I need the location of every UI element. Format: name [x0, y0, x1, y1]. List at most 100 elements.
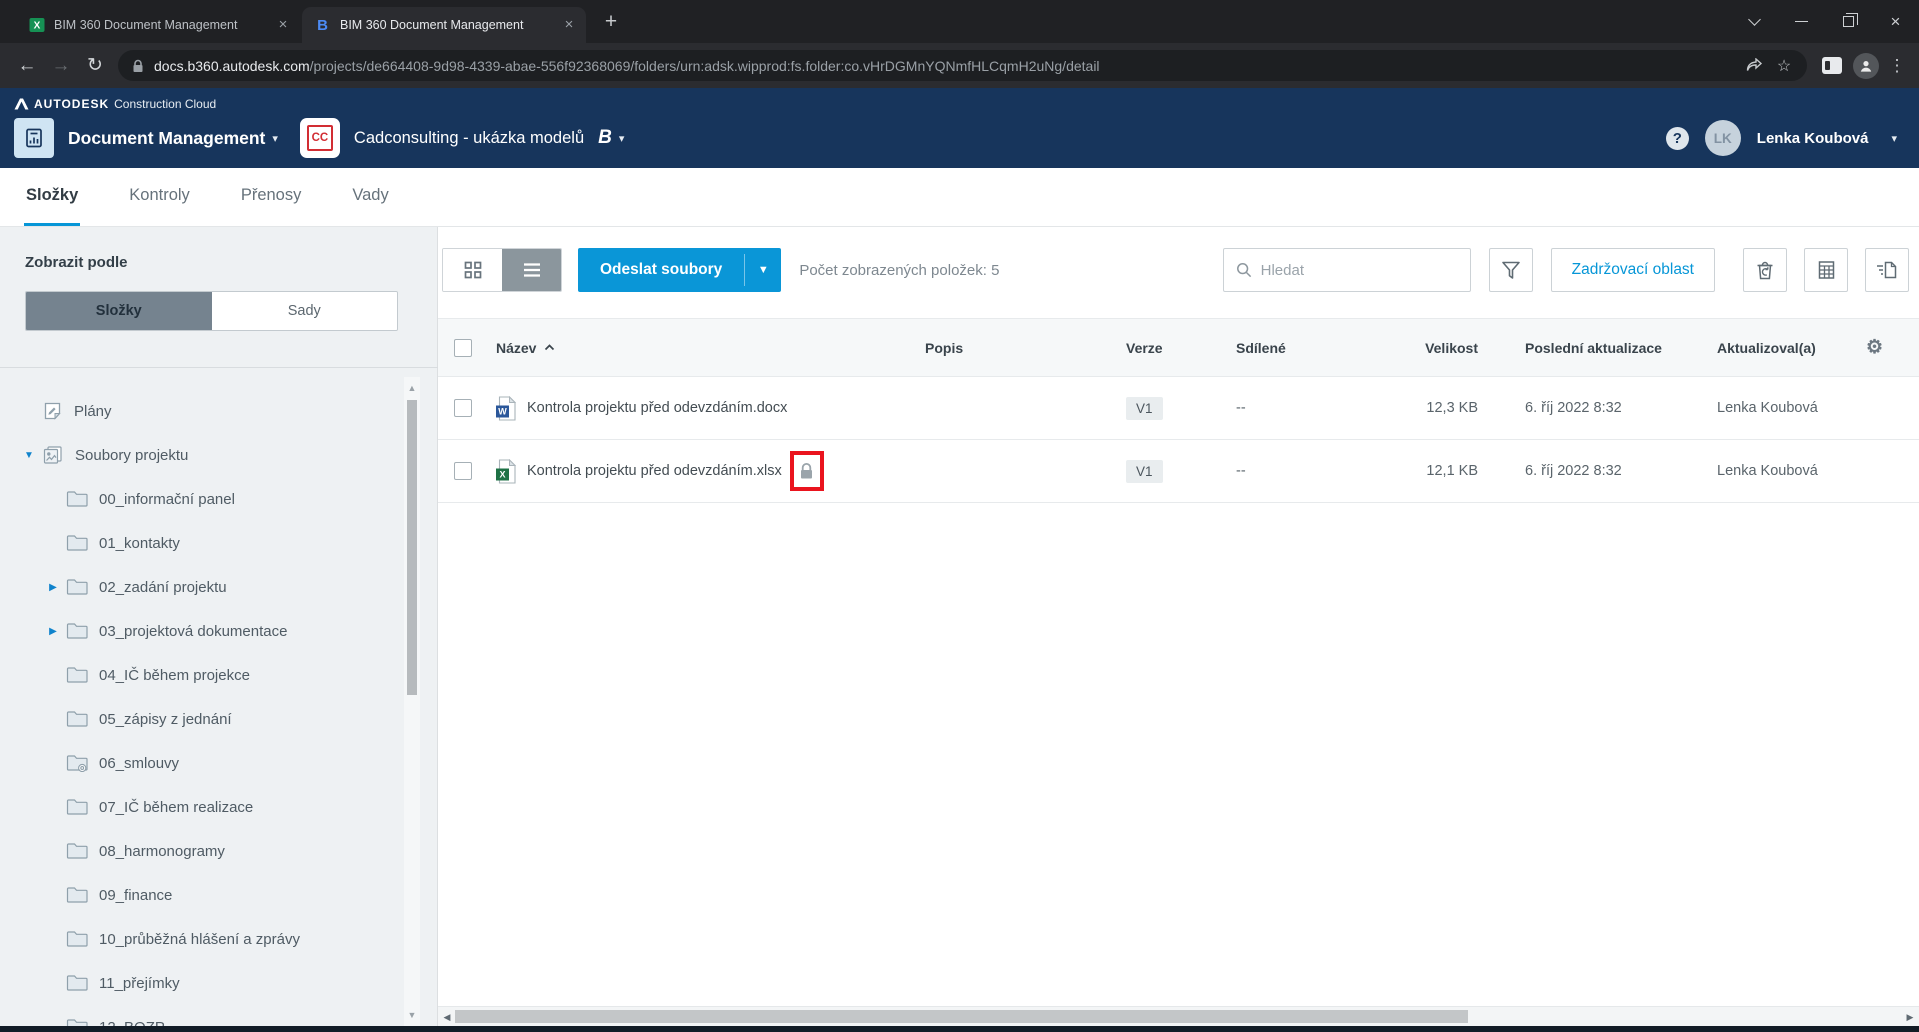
help-icon[interactable]: ? — [1666, 127, 1689, 150]
side-panel-icon[interactable] — [1817, 52, 1847, 80]
share-icon[interactable] — [1739, 52, 1769, 80]
tab-close-icon[interactable]: × — [274, 16, 292, 34]
address-bar[interactable]: docs.b360.autodesk.com/projects/de664408… — [118, 50, 1807, 81]
folder-settings-icon — [66, 754, 88, 772]
user-name[interactable]: Lenka Koubová — [1757, 130, 1869, 147]
collapse-arrow-icon[interactable]: ▶ — [40, 582, 66, 593]
upload-files-button[interactable]: Odeslat soubory ▼ — [578, 248, 781, 292]
tree-item-folder[interactable]: 09_finance — [0, 873, 404, 917]
project-name[interactable]: Cadconsulting - ukázka modelů — [354, 129, 584, 148]
list-view-button[interactable] — [502, 249, 561, 291]
search-input[interactable] — [1261, 262, 1458, 279]
horizontal-scrollbar[interactable]: ◀ ▶ — [438, 1006, 1919, 1026]
collapse-arrow-icon[interactable]: ▶ — [40, 626, 66, 637]
column-posledni-aktualizace[interactable]: Poslední aktualizace — [1525, 319, 1662, 376]
tree-item-folder[interactable]: 10_průběžná hlášení a zprávy — [0, 917, 404, 961]
tree-item-plany[interactable]: Plány — [0, 389, 404, 433]
tree-item-folder[interactable]: 07_IČ během realizace — [0, 785, 404, 829]
browser-menu-icon[interactable]: ⋮ — [1885, 56, 1909, 76]
browser-tab-1[interactable]: X BIM 360 Document Management × — [16, 7, 300, 43]
filter-button[interactable] — [1489, 248, 1533, 292]
tree-item-folder[interactable]: ▶ 02_zadání projektu — [0, 565, 404, 609]
bookmark-star-icon[interactable]: ☆ — [1769, 52, 1799, 80]
url-path: /projects/de664408-9d98-4339-abae-556f92… — [310, 58, 1100, 74]
table-header: Název Popis Verze Sdílené Velikost Posle… — [438, 318, 1919, 377]
version-badge[interactable]: V1 — [1126, 377, 1163, 439]
toggle-folders[interactable]: Složky — [26, 292, 212, 330]
tab-close-icon[interactable]: × — [560, 16, 578, 34]
items-count-label: Počet zobrazených položek: 5 — [799, 262, 999, 279]
version-badge[interactable]: V1 — [1126, 440, 1163, 502]
new-tab-button[interactable]: + — [598, 10, 624, 34]
tree-item-folder[interactable]: 11_přejímky — [0, 961, 404, 1005]
module-name[interactable]: Document Management — [68, 128, 265, 149]
export-button[interactable] — [1865, 248, 1909, 292]
tree-item-folder[interactable]: 04_IČ během projekce — [0, 653, 404, 697]
window-restore-button[interactable] — [1825, 0, 1872, 43]
column-popis[interactable]: Popis — [925, 319, 963, 376]
app-header: AUTODESK Construction Cloud Document Man… — [0, 88, 1919, 168]
file-row-docx[interactable]: W Kontrola projektu před odevzdáním.docx… — [438, 377, 1919, 440]
row-checkbox[interactable] — [454, 377, 472, 439]
refresh-button[interactable]: ↻ — [78, 49, 112, 83]
column-nazev[interactable]: Název — [496, 319, 555, 376]
tab-vady[interactable]: Vady — [350, 168, 390, 226]
scrollbar-thumb[interactable] — [455, 1010, 1468, 1023]
search-box[interactable] — [1223, 248, 1471, 292]
reports-button[interactable] — [1804, 248, 1848, 292]
tree-item-folder[interactable]: 01_kontakty — [0, 521, 404, 565]
window-close-button[interactable]: × — [1872, 0, 1919, 43]
folder-icon — [66, 886, 88, 904]
list-icon — [522, 262, 542, 278]
select-all-checkbox[interactable] — [454, 319, 472, 376]
scroll-right-icon[interactable]: ▶ — [1902, 1007, 1918, 1027]
file-row-xlsx[interactable]: X Kontrola projektu před odevzdáním.xlsx… — [438, 440, 1919, 503]
column-settings-gear-icon[interactable]: ⚙ — [1866, 319, 1883, 376]
column-aktualizoval[interactable]: Aktualizoval(a) — [1717, 319, 1816, 376]
window-controls: × — [1731, 0, 1919, 43]
column-velikost[interactable]: Velikost — [1338, 319, 1478, 376]
back-button[interactable]: ← — [10, 49, 44, 83]
project-logo-badge[interactable]: CC — [300, 118, 340, 158]
grid-view-button[interactable] — [443, 249, 502, 291]
tree-item-folder[interactable]: ▶ 03_projektová dokumentace — [0, 609, 404, 653]
tab-prenosy[interactable]: Přenosy — [239, 168, 304, 226]
recycle-bin-button[interactable] — [1743, 248, 1787, 292]
scrollbar-thumb[interactable] — [407, 400, 417, 695]
plans-icon — [42, 401, 63, 421]
upload-dropdown-chevron-icon[interactable]: ▼ — [745, 248, 781, 292]
profile-avatar-icon[interactable] — [1851, 52, 1881, 80]
window-minimize-button[interactable] — [1778, 0, 1825, 43]
tree-item-folder[interactable]: 08_harmonogramy — [0, 829, 404, 873]
file-name[interactable]: Kontrola projektu před odevzdáním.docx — [527, 377, 787, 439]
sidebar-scrollbar[interactable]: ▲ ▼ — [404, 377, 420, 1026]
tab-kontroly[interactable]: Kontroly — [127, 168, 192, 226]
project-chevron-down-icon[interactable]: ▾ — [619, 132, 625, 145]
scroll-down-icon[interactable]: ▼ — [404, 1010, 420, 1020]
window-menu-chevron-icon[interactable] — [1731, 0, 1778, 43]
expand-arrow-icon[interactable]: ▼ — [16, 450, 42, 461]
ssl-lock-icon[interactable] — [132, 59, 144, 73]
folder-icon — [66, 930, 88, 948]
tree-item-folder[interactable]: 00_informační panel — [0, 477, 404, 521]
tree-item-folder-smlouvy[interactable]: 06_smlouvy — [0, 741, 404, 785]
tab-slozky[interactable]: Složky — [24, 168, 80, 226]
file-name[interactable]: Kontrola projektu před odevzdáním.xlsx — [527, 440, 824, 502]
column-verze[interactable]: Verze — [1126, 319, 1163, 376]
scroll-left-icon[interactable]: ◀ — [439, 1007, 455, 1027]
row-checkbox[interactable] — [454, 440, 472, 502]
tree-item-soubory-projektu[interactable]: ▼ Soubory projektu — [0, 433, 404, 477]
document-management-icon[interactable] — [14, 118, 54, 158]
column-sdilene[interactable]: Sdílené — [1236, 319, 1286, 376]
forward-button[interactable]: → — [44, 49, 78, 83]
scroll-up-icon[interactable]: ▲ — [404, 383, 420, 393]
module-selector-row: Document Management ▾ CC Cadconsulting -… — [14, 118, 624, 158]
tree-item-folder[interactable]: 05_zápisy z jednání — [0, 697, 404, 741]
user-menu-chevron-icon[interactable]: ▾ — [1891, 132, 1897, 145]
user-avatar[interactable]: LK — [1705, 120, 1741, 156]
module-chevron-down-icon[interactable]: ▾ — [272, 132, 278, 145]
browser-tab-2[interactable]: B BIM 360 Document Management × — [302, 7, 586, 43]
toggle-sets[interactable]: Sady — [212, 292, 398, 330]
search-icon — [1236, 261, 1252, 279]
holding-area-button[interactable]: Zadržovací oblast — [1551, 248, 1715, 292]
